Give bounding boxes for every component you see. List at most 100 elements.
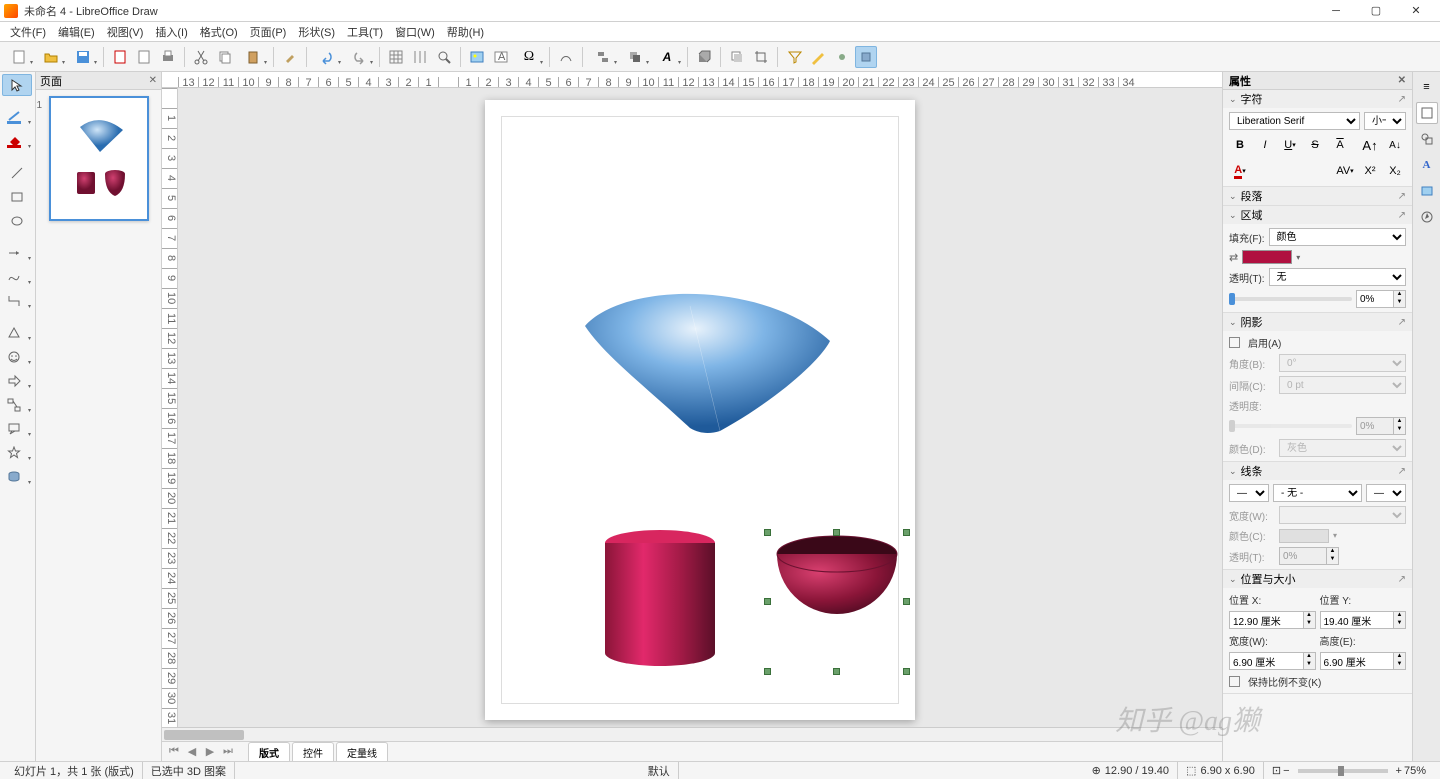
distribute-button[interactable]: A▾ bbox=[652, 46, 682, 68]
curve-tool[interactable]: ▾ bbox=[2, 266, 32, 288]
canvas-scroll[interactable] bbox=[178, 88, 1222, 727]
open-button[interactable]: ▾ bbox=[36, 46, 66, 68]
print-button[interactable] bbox=[157, 46, 179, 68]
status-zoom[interactable]: ⊡ − + 75% bbox=[1264, 762, 1434, 779]
arrow-tool[interactable]: ▾ bbox=[2, 242, 32, 264]
line-style-select[interactable]: - 无 - bbox=[1273, 484, 1362, 502]
cut-button[interactable] bbox=[190, 46, 212, 68]
stars-tool[interactable]: ▾ bbox=[2, 442, 32, 464]
underline-button[interactable]: U▾ bbox=[1279, 134, 1301, 156]
section-character-header[interactable]: ⌄ 字符 ↗ bbox=[1223, 90, 1412, 108]
ruler-horizontal[interactable]: 1312111098765432112345678910111213141516… bbox=[162, 72, 1222, 88]
tab-layout[interactable]: 版式 bbox=[248, 742, 290, 762]
menu-edit[interactable]: 编辑(E) bbox=[52, 22, 101, 42]
close-button[interactable]: ✕ bbox=[1396, 0, 1436, 22]
ruler-vertical[interactable]: 1234567891011121314151617181920212223242… bbox=[162, 88, 178, 727]
more-icon[interactable]: ↗ bbox=[1398, 94, 1406, 105]
strikethrough-button[interactable]: S bbox=[1304, 134, 1326, 156]
edit-points-button[interactable] bbox=[807, 46, 829, 68]
menu-page[interactable]: 页面(P) bbox=[244, 22, 293, 42]
menu-window[interactable]: 窗口(W) bbox=[389, 22, 441, 42]
shape-cone-3d[interactable] bbox=[565, 286, 845, 436]
tab-dimlines[interactable]: 定量线 bbox=[336, 742, 388, 762]
shape-half-sphere-3d[interactable] bbox=[773, 532, 901, 660]
zoom-button[interactable] bbox=[433, 46, 455, 68]
more-icon[interactable]: ↗ bbox=[1398, 574, 1406, 585]
width-input[interactable] bbox=[1229, 652, 1304, 670]
insert-special-char-button[interactable]: Ω▾ bbox=[514, 46, 544, 68]
ellipse-tool[interactable] bbox=[2, 210, 32, 232]
drawing-page[interactable] bbox=[485, 100, 915, 720]
clone-format-button[interactable] bbox=[279, 46, 301, 68]
section-paragraph-header[interactable]: ⌄ 段落 ↗ bbox=[1223, 187, 1412, 205]
undo-button[interactable]: ▾ bbox=[312, 46, 342, 68]
section-area-header[interactable]: ⌄ 区域 ↗ bbox=[1223, 206, 1412, 224]
grid-button[interactable] bbox=[385, 46, 407, 68]
zoom-in-icon[interactable]: + bbox=[1396, 765, 1402, 777]
transparency-type-select[interactable]: 无 bbox=[1269, 268, 1406, 286]
maximize-button[interactable]: ▢ bbox=[1356, 0, 1396, 22]
fill-type-select[interactable]: 颜色 bbox=[1269, 228, 1406, 246]
redo-button[interactable]: ▾ bbox=[344, 46, 374, 68]
height-input[interactable] bbox=[1320, 652, 1395, 670]
snap-lines-button[interactable] bbox=[409, 46, 431, 68]
3d-effects-button[interactable] bbox=[693, 46, 715, 68]
minimize-button[interactable]: ─ bbox=[1316, 0, 1356, 22]
shadow-enable-checkbox[interactable] bbox=[1229, 337, 1240, 348]
transparency-slider[interactable] bbox=[1229, 297, 1352, 301]
filter-button[interactable] bbox=[783, 46, 805, 68]
symbol-shapes-tool[interactable]: ▾ bbox=[2, 346, 32, 368]
menu-help[interactable]: 帮助(H) bbox=[441, 22, 490, 42]
paste-button[interactable]: ▾ bbox=[238, 46, 268, 68]
char-spacing-button[interactable]: AV▾ bbox=[1334, 160, 1356, 182]
insert-textbox-button[interactable]: A bbox=[490, 46, 512, 68]
connector-tool[interactable]: ▾ bbox=[2, 290, 32, 312]
overline-button[interactable]: A bbox=[1329, 134, 1351, 156]
selection-handle[interactable] bbox=[764, 668, 771, 675]
copy-button[interactable] bbox=[214, 46, 236, 68]
sidebar-tab-styles[interactable]: A bbox=[1416, 154, 1438, 176]
align-button[interactable]: ▾ bbox=[588, 46, 618, 68]
section-possize-header[interactable]: ⌄ 位置与大小 ↗ bbox=[1223, 570, 1412, 588]
tab-nav-last[interactable]: ⏭ bbox=[220, 744, 236, 760]
font-name-select[interactable]: Liberation Serif bbox=[1229, 112, 1360, 130]
rectangle-tool[interactable] bbox=[2, 186, 32, 208]
font-color-button[interactable]: A▾ bbox=[1229, 160, 1251, 182]
shape-cylinder-3d[interactable] bbox=[600, 528, 720, 668]
increase-font-button[interactable]: A↑ bbox=[1359, 134, 1381, 156]
swap-icon[interactable]: ⇄ bbox=[1229, 251, 1238, 264]
pos-x-input[interactable] bbox=[1229, 611, 1304, 629]
crop-button[interactable] bbox=[750, 46, 772, 68]
insert-image-button[interactable] bbox=[466, 46, 488, 68]
more-icon[interactable]: ↗ bbox=[1398, 191, 1406, 202]
selection-handle[interactable] bbox=[764, 529, 771, 536]
subscript-button[interactable]: X₂ bbox=[1384, 160, 1406, 182]
select-tool[interactable] bbox=[2, 74, 32, 96]
tab-nav-first[interactable]: ⏮ bbox=[166, 744, 182, 760]
slide-thumbnail-1[interactable]: 1 bbox=[49, 96, 149, 221]
sidebar-tab-shapes[interactable] bbox=[1416, 128, 1438, 150]
more-icon[interactable]: ↗ bbox=[1398, 210, 1406, 221]
toggle-extrusion-button[interactable] bbox=[855, 46, 877, 68]
selection-handle[interactable] bbox=[833, 529, 840, 536]
menu-tools[interactable]: 工具(T) bbox=[341, 22, 389, 42]
save-button[interactable]: ▾ bbox=[68, 46, 98, 68]
fit-page-icon[interactable]: ⊡ bbox=[1272, 764, 1281, 777]
menu-file[interactable]: 文件(F) bbox=[4, 22, 52, 42]
zoom-out-icon[interactable]: − bbox=[1283, 765, 1289, 777]
tab-nav-next[interactable]: ▶ bbox=[202, 744, 218, 760]
tab-controls[interactable]: 控件 bbox=[292, 742, 334, 762]
italic-button[interactable]: I bbox=[1254, 134, 1276, 156]
shadow-button[interactable] bbox=[726, 46, 748, 68]
export-pdf-button[interactable] bbox=[109, 46, 131, 68]
print-preview-button[interactable] bbox=[133, 46, 155, 68]
selection-handle[interactable] bbox=[903, 529, 910, 536]
horizontal-scrollbar[interactable] bbox=[162, 727, 1222, 741]
sidebar-tab-navigator[interactable] bbox=[1416, 206, 1438, 228]
fill-color-swatch[interactable] bbox=[1242, 250, 1292, 264]
pos-y-input[interactable] bbox=[1320, 611, 1395, 629]
selection-handle[interactable] bbox=[903, 598, 910, 605]
arrange-button[interactable]: ▾ bbox=[620, 46, 650, 68]
arrow-end-select[interactable]: — bbox=[1366, 484, 1406, 502]
line-color-tool[interactable]: ▾ bbox=[2, 106, 32, 128]
